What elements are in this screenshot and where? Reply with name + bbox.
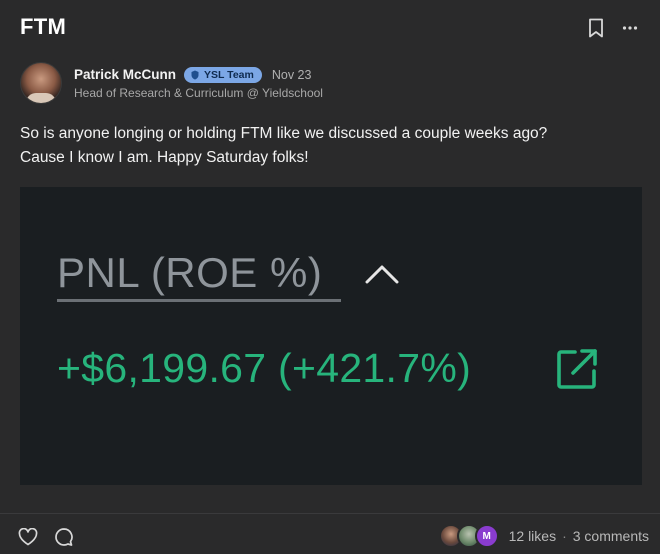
- post-footer: M 12 likes · 3 comments: [0, 522, 660, 552]
- likes-count[interactable]: 12 likes: [509, 528, 556, 544]
- post-actions: [586, 16, 640, 40]
- pnl-underline: [57, 299, 341, 302]
- shield-icon: [191, 70, 199, 79]
- team-badge: YSL Team: [184, 66, 262, 83]
- post-date: Nov 23: [271, 67, 312, 82]
- post-title: FTM: [20, 14, 67, 39]
- post-body-line: So is anyone longing or holding FTM like…: [20, 125, 548, 142]
- pnl-label: PNL (ROE %): [57, 249, 323, 296]
- external-link-icon: [555, 347, 599, 396]
- author-name[interactable]: Patrick McCunn: [74, 67, 176, 82]
- more-icon[interactable]: [620, 16, 640, 40]
- post-body-line: Cause I know I am. Happy Saturday folks!: [20, 149, 309, 166]
- liker-avatar: M: [474, 524, 499, 548]
- comments-count[interactable]: 3 comments: [573, 528, 649, 544]
- author-role: Head of Research & Curriculum @ Yieldsch…: [74, 85, 323, 100]
- divider: [0, 513, 660, 514]
- comment-icon[interactable]: [54, 525, 74, 549]
- stats-separator: ·: [562, 528, 567, 544]
- post-body: So is anyone longing or holding FTM like…: [20, 122, 640, 170]
- liker-avatars[interactable]: M: [438, 524, 499, 548]
- pnl-value: +$6,199.67 (+421.7%): [57, 345, 472, 391]
- heart-icon[interactable]: [18, 525, 38, 549]
- avatar[interactable]: [20, 62, 62, 104]
- chevron-up-icon: [364, 263, 400, 290]
- post-image[interactable]: PNL (ROE %) +$6,199.67 (+421.7%): [20, 187, 642, 485]
- post-author: Patrick McCunn YSL Team Nov 23 Head of R…: [20, 62, 323, 104]
- badge-label: YSL Team: [204, 68, 254, 81]
- bookmark-icon[interactable]: [586, 16, 606, 40]
